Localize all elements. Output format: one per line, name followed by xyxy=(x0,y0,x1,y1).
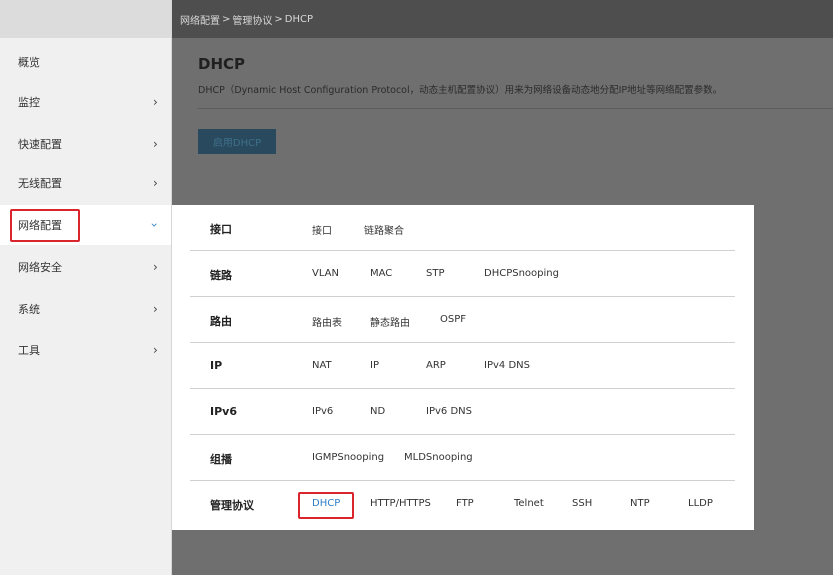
sidebar-item-label: 系统 xyxy=(18,303,40,316)
menu-link-ospf[interactable]: OSPF xyxy=(440,314,466,325)
menu-link-ipv6[interactable]: IPv6 xyxy=(312,406,333,417)
sidebar: 概览 监控 › 快速配置 › 无线配置 › 网络配置 › 网络安全 › 系统 ›… xyxy=(0,0,172,575)
sidebar-item-label: 监控 xyxy=(18,96,40,109)
highlight-box-dhcp xyxy=(298,492,354,519)
menu-row-routing: 路由 路由表 静态路由 OSPF xyxy=(190,297,735,343)
breadcrumb-item: DHCP xyxy=(284,13,314,25)
chevron-right-icon: › xyxy=(153,260,158,274)
breadcrumb: 网络配置 > 管理协议 > DHCP xyxy=(172,0,833,38)
chevron-right-icon: › xyxy=(153,302,158,316)
sidebar-item-wireless-config[interactable]: 无线配置 › xyxy=(0,163,171,203)
menu-row-ip: IP NAT IP ARP IPv4 DNS xyxy=(190,343,735,389)
breadcrumb-item[interactable]: 网络配置 xyxy=(180,12,220,27)
menu-row-label: 组播 xyxy=(210,453,232,466)
menu-link-mac[interactable]: MAC xyxy=(370,268,392,279)
menu-link-routing-table[interactable]: 路由表 xyxy=(312,314,342,329)
menu-link-nd[interactable]: ND xyxy=(370,406,385,417)
menu-link-lldp[interactable]: LLDP xyxy=(688,498,713,509)
sidebar-header xyxy=(0,0,171,38)
sidebar-item-network-security[interactable]: 网络安全 › xyxy=(0,247,171,287)
chevron-right-icon: › xyxy=(153,343,158,357)
menu-link-ipv4-dns[interactable]: IPv4 DNS xyxy=(484,360,530,371)
chevron-right-icon: › xyxy=(153,95,158,109)
menu-row-label: IPv6 xyxy=(210,405,237,418)
menu-row-ipv6: IPv6 IPv6 ND IPv6 DNS xyxy=(190,389,735,435)
chevron-down-icon: › xyxy=(147,222,162,228)
menu-row-multicast: 组播 IGMPSnooping MLDSnooping xyxy=(190,435,735,481)
menu-link-interface[interactable]: 接口 xyxy=(312,222,332,237)
highlight-box-network-config xyxy=(10,209,80,242)
menu-link-vlan[interactable]: VLAN xyxy=(312,268,339,279)
menu-link-ip[interactable]: IP xyxy=(370,360,379,371)
sidebar-item-overview[interactable]: 概览 xyxy=(0,42,171,82)
sidebar-item-monitor[interactable]: 监控 › xyxy=(0,82,171,122)
menu-link-telnet[interactable]: Telnet xyxy=(514,498,544,509)
sidebar-item-label: 工具 xyxy=(18,344,40,357)
menu-link-stp[interactable]: STP xyxy=(426,268,445,279)
menu-link-static-routing[interactable]: 静态路由 xyxy=(370,314,410,329)
breadcrumb-separator: > xyxy=(274,13,283,25)
page-title: DHCP xyxy=(198,55,246,73)
sidebar-item-label: 概览 xyxy=(18,56,40,69)
chevron-right-icon: › xyxy=(153,137,158,151)
overlay-footer xyxy=(172,530,833,575)
menu-link-http-https[interactable]: HTTP/HTTPS xyxy=(370,498,431,509)
divider xyxy=(198,108,833,109)
breadcrumb-item[interactable]: 管理协议 xyxy=(232,12,272,27)
menu-link-dhcpsnooping[interactable]: DHCPSnooping xyxy=(484,268,559,279)
page-description: DHCP（Dynamic Host Configuration Protocol… xyxy=(198,85,723,96)
menu-row-interface: 接口 接口 链路聚合 xyxy=(190,205,735,251)
chevron-right-icon: › xyxy=(153,176,158,190)
menu-link-nat[interactable]: NAT xyxy=(312,360,332,371)
sidebar-item-label: 无线配置 xyxy=(18,177,62,190)
menu-row-label: 管理协议 xyxy=(210,499,254,512)
sidebar-item-label: 网络安全 xyxy=(18,261,62,274)
menu-link-ipv6-dns[interactable]: IPv6 DNS xyxy=(426,406,472,417)
menu-row-label: 链路 xyxy=(210,269,232,282)
sidebar-item-system[interactable]: 系统 › xyxy=(0,289,171,329)
menu-row-label: IP xyxy=(210,359,223,372)
menu-link-igmpsnooping[interactable]: IGMPSnooping xyxy=(312,452,384,463)
menu-row-label: 路由 xyxy=(210,315,232,328)
sidebar-item-tools[interactable]: 工具 › xyxy=(0,330,171,370)
menu-link-ftp[interactable]: FTP xyxy=(456,498,474,509)
menu-row-link: 链路 VLAN MAC STP DHCPSnooping xyxy=(190,251,735,297)
enable-dhcp-button[interactable]: 启用DHCP xyxy=(198,129,276,154)
sidebar-item-quick-config[interactable]: 快速配置 › xyxy=(0,124,171,164)
breadcrumb-separator: > xyxy=(222,13,231,25)
menu-link-ntp[interactable]: NTP xyxy=(630,498,650,509)
menu-row-management-protocol: 管理协议 DHCP HTTP/HTTPS FTP Telnet SSH NTP … xyxy=(190,481,735,527)
sidebar-item-label: 快速配置 xyxy=(18,138,62,151)
menu-link-mldsnooping[interactable]: MLDSnooping xyxy=(404,452,473,463)
menu-row-label: 接口 xyxy=(210,223,232,236)
network-config-menu: 接口 接口 链路聚合 链路 VLAN MAC STP DHCPSnooping … xyxy=(172,205,754,530)
menu-link-arp[interactable]: ARP xyxy=(426,360,446,371)
menu-link-ssh[interactable]: SSH xyxy=(572,498,592,509)
menu-link-link-aggregation[interactable]: 链路聚合 xyxy=(364,222,404,237)
